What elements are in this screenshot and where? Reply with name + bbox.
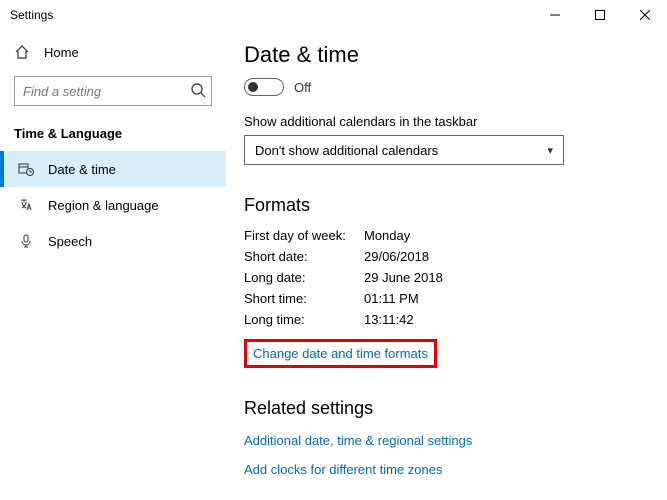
language-icon [18, 197, 34, 213]
formats-heading: Formats [244, 195, 643, 216]
format-value: Monday [364, 228, 410, 243]
sidebar-item-speech[interactable]: Speech [0, 223, 226, 259]
format-key: First day of week: [244, 228, 364, 243]
home-icon [14, 44, 30, 60]
sidebar: Home Time & Language Date & time Region … [0, 30, 226, 500]
minimize-button[interactable] [532, 0, 577, 30]
additional-calendars-dropdown[interactable]: Don't show additional calendars ▾ [244, 135, 564, 165]
sidebar-item-label: Region & language [48, 198, 159, 213]
format-row: Short time:01:11 PM [244, 291, 643, 306]
calendar-clock-icon [18, 161, 34, 177]
close-button[interactable] [622, 0, 667, 30]
format-value: 13:11:42 [364, 312, 414, 327]
close-icon [640, 10, 650, 20]
format-key: Long date: [244, 270, 364, 285]
format-key: Long time: [244, 312, 364, 327]
format-value: 29/06/2018 [364, 249, 429, 264]
format-key: Short time: [244, 291, 364, 306]
sidebar-home-label: Home [44, 45, 79, 60]
change-formats-link[interactable]: Change date and time formats [253, 346, 428, 361]
sidebar-section-header: Time & Language [0, 118, 226, 151]
toggle-knob [248, 82, 258, 92]
sidebar-item-date-time[interactable]: Date & time [0, 151, 226, 187]
maximize-icon [595, 10, 605, 20]
related-heading: Related settings [244, 398, 643, 419]
related-link-clocks[interactable]: Add clocks for different time zones [244, 462, 442, 477]
window-title: Settings [10, 8, 53, 22]
format-value: 01:11 PM [364, 291, 419, 306]
search-icon[interactable] [190, 82, 206, 98]
format-row: Short date:29/06/2018 [244, 249, 643, 264]
format-value: 29 June 2018 [364, 270, 443, 285]
titlebar: Settings [0, 0, 667, 30]
sidebar-item-label: Speech [48, 234, 92, 249]
highlight-annotation: Change date and time formats [244, 339, 437, 368]
toggle-label: Off [294, 80, 311, 95]
related-link-additional[interactable]: Additional date, time & regional setting… [244, 433, 472, 448]
sidebar-home[interactable]: Home [0, 38, 226, 66]
microphone-icon [18, 233, 34, 249]
format-key: Short date: [244, 249, 364, 264]
format-row: First day of week:Monday [244, 228, 643, 243]
sidebar-item-label: Date & time [48, 162, 116, 177]
chevron-down-icon: ▾ [547, 144, 553, 157]
dropdown-value: Don't show additional calendars [255, 143, 438, 158]
page-title: Date & time [244, 42, 643, 68]
search-input[interactable] [14, 76, 212, 106]
minimize-icon [550, 10, 560, 20]
sync-toggle[interactable] [244, 78, 284, 96]
sidebar-item-region-language[interactable]: Region & language [0, 187, 226, 223]
format-row: Long date:29 June 2018 [244, 270, 643, 285]
additional-calendars-label: Show additional calendars in the taskbar [244, 114, 643, 129]
window-controls [532, 0, 667, 30]
main-panel: Date & time Off Show additional calendar… [226, 30, 667, 500]
format-row: Long time:13:11:42 [244, 312, 643, 327]
maximize-button[interactable] [577, 0, 622, 30]
